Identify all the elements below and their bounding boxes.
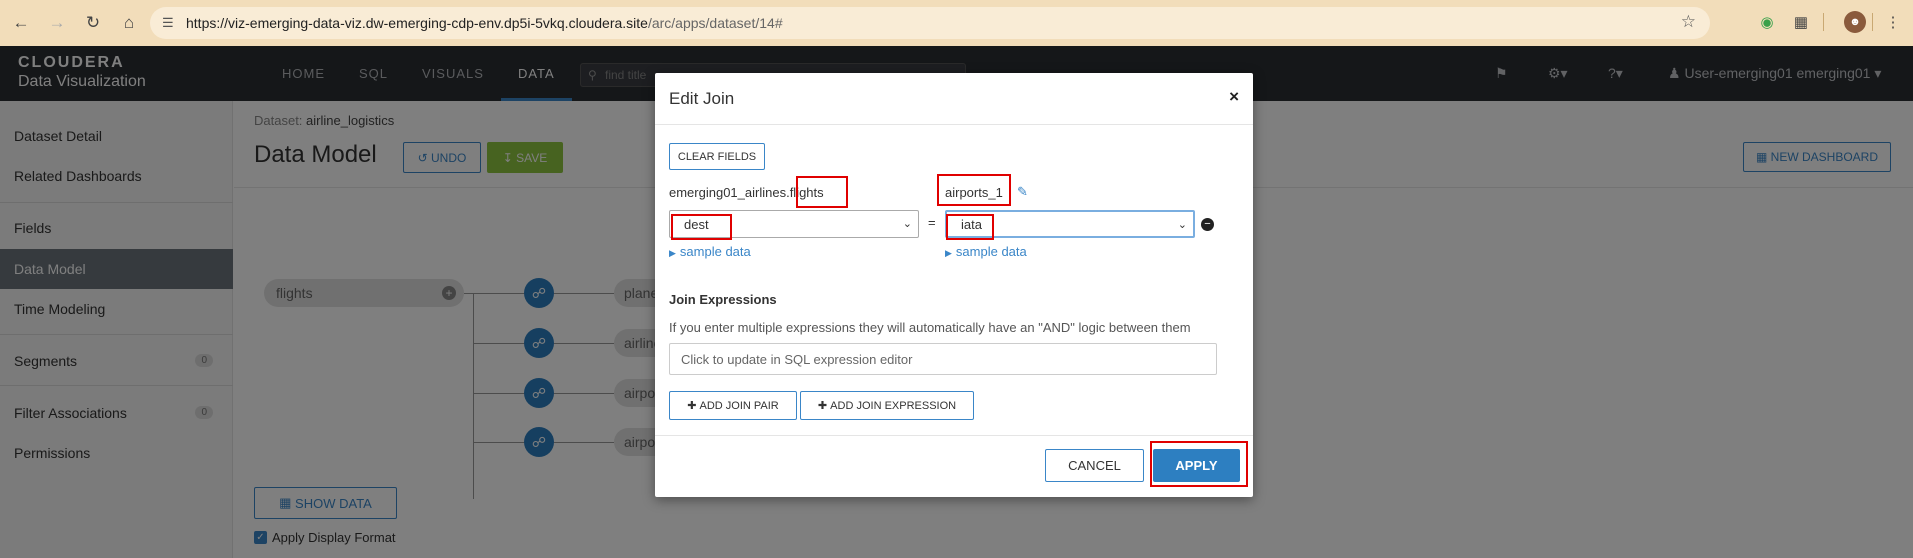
apply-button[interactable]: APPLY xyxy=(1153,449,1240,482)
forward-icon[interactable]: → xyxy=(42,8,72,38)
right-field-value: iata xyxy=(961,216,982,232)
divider xyxy=(655,124,1253,125)
left-table-name: flights xyxy=(789,185,824,200)
join-expressions-title: Join Expressions xyxy=(669,292,777,307)
browser-menu-icon[interactable]: ⋮ xyxy=(1882,11,1904,33)
left-table-prefix: emerging01_airlines. xyxy=(669,185,790,200)
sample-data-label: sample data xyxy=(679,244,751,259)
cancel-button[interactable]: CANCEL xyxy=(1045,449,1144,482)
toolbar-divider xyxy=(1823,13,1824,31)
edit-join-modal: Edit Join × CLEAR FIELDS emerging01_airl… xyxy=(655,73,1253,497)
add-join-pair-label: ADD JOIN PAIR xyxy=(699,399,779,412)
extensions-puzzle-icon[interactable]: ▦ xyxy=(1790,11,1812,33)
address-bar[interactable]: ☰ https://viz-emerging-data-viz.dw-emerg… xyxy=(150,7,1710,39)
caret-right-icon: ▶ xyxy=(669,248,676,258)
plus-icon: ✚ xyxy=(687,400,700,412)
pencil-icon[interactable]: ✎ xyxy=(1017,184,1028,200)
url-main: https://viz-emerging-data-viz.dw-emergin… xyxy=(186,15,648,31)
plus-icon: ✚ xyxy=(817,400,831,412)
sql-expression-input[interactable]: Click to update in SQL expression editor xyxy=(669,343,1217,375)
url-path: /arc/apps/dataset/14# xyxy=(647,15,783,31)
remove-pair-icon[interactable]: − xyxy=(1201,218,1214,231)
divider xyxy=(655,435,1253,436)
add-join-pair-button[interactable]: ✚ ADD JOIN PAIR xyxy=(669,391,797,420)
left-table-label: emerging01_airlines.flights xyxy=(669,185,824,200)
sample-data-label: sample data xyxy=(955,244,1027,259)
modal-title: Edit Join xyxy=(669,89,735,108)
left-sample-data-link[interactable]: ▶ sample data xyxy=(669,244,751,259)
chevron-down-icon: ⌄ xyxy=(1177,219,1187,231)
equals-sign: = xyxy=(928,215,936,230)
add-join-expression-label: ADD JOIN EXPRESSION xyxy=(830,399,957,412)
chevron-down-icon: ⌄ xyxy=(902,218,912,230)
reload-icon[interactable]: ↻ xyxy=(78,8,108,38)
left-field-value: dest xyxy=(684,216,709,232)
right-field-select[interactable]: iata ⌄ xyxy=(945,210,1195,238)
close-icon[interactable]: × xyxy=(1229,87,1239,107)
back-icon[interactable]: ← xyxy=(6,8,36,38)
clear-fields-button[interactable]: CLEAR FIELDS xyxy=(669,143,765,170)
toolbar-divider xyxy=(1872,13,1873,31)
caret-right-icon: ▶ xyxy=(945,248,952,258)
home-icon[interactable]: ⌂ xyxy=(114,8,144,38)
right-sample-data-link[interactable]: ▶ sample data xyxy=(945,244,1027,259)
profile-avatar-icon[interactable]: ☻ xyxy=(1844,11,1866,33)
bookmark-star-icon[interactable]: ☆ xyxy=(1681,12,1696,32)
left-field-select[interactable]: dest ⌄ xyxy=(669,210,919,238)
join-expressions-desc: If you enter multiple expressions they w… xyxy=(669,320,1191,335)
site-info-icon[interactable]: ☰ xyxy=(162,15,174,31)
add-join-expression-button[interactable]: ✚ ADD JOIN EXPRESSION xyxy=(800,391,974,420)
browser-toolbar: ← → ↻ ⌂ ☰ https://viz-emerging-data-viz.… xyxy=(0,0,1913,46)
extension-eye-icon[interactable]: ◉ xyxy=(1756,11,1778,33)
right-table-label: airports_1 xyxy=(945,185,1003,200)
